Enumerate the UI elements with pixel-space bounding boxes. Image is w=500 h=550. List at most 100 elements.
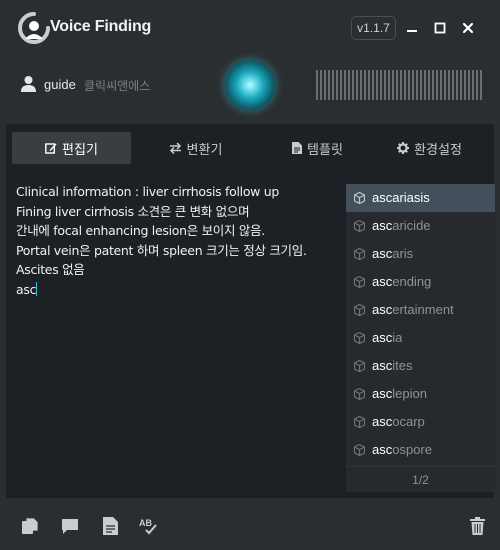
report-text-editor[interactable]: Clinical information : liver cirrhosis f… — [16, 182, 341, 482]
tab-converter[interactable]: 변환기 — [136, 132, 255, 164]
tab-editor[interactable]: 편집기 — [12, 132, 131, 164]
autocomplete-item-label: ascia — [372, 330, 402, 345]
editor-line: Ascites 없음 — [16, 262, 85, 278]
autocomplete-item[interactable]: ascariasis — [346, 184, 495, 212]
waveform-bar — [396, 70, 398, 100]
autocomplete-item[interactable]: ascites — [346, 352, 495, 380]
waveform-bar — [332, 70, 334, 100]
waveform-bar — [340, 70, 342, 100]
waveform-bar — [472, 70, 474, 100]
autocomplete-item[interactable]: ascaris — [346, 240, 495, 268]
edit-icon — [45, 143, 57, 154]
close-button[interactable] — [457, 17, 479, 39]
autocomplete-item[interactable]: ascospore — [346, 436, 495, 464]
copy-button[interactable] — [20, 516, 40, 536]
autocomplete-item[interactable]: asclepion — [346, 380, 495, 408]
waveform-bar — [428, 70, 430, 100]
tab-settings-label: 환경설정 — [414, 142, 462, 158]
autocomplete-item-label: ascaricide — [372, 218, 431, 233]
waveform-bar — [380, 70, 382, 100]
autocomplete-item[interactable]: ascaricide — [346, 212, 495, 240]
cube-icon — [354, 388, 365, 400]
audio-waveform — [316, 70, 482, 100]
autocomplete-pager[interactable]: 1/2 — [346, 466, 495, 490]
autocomplete-rest: ospore — [392, 442, 432, 457]
autocomplete-rest: lepion — [392, 386, 427, 401]
autocomplete-rest: aris — [392, 246, 414, 261]
autocomplete-item-label: ascending — [372, 274, 431, 289]
cube-icon — [354, 360, 365, 372]
voice-finding-window: Voice Finding v1.1.7 guide 클릭씨앤에스 편집기 변환… — [0, 0, 500, 550]
editor-line: Portal vein은 patent 하며 spleen 크기는 정상 크기임… — [16, 242, 307, 258]
autocomplete-item-label: ascaris — [372, 246, 413, 261]
text-caret — [36, 281, 38, 296]
editor-line: Clinical information : liver cirrhosis f… — [16, 184, 280, 199]
editor-line: Fining liver cirrhosis 소견은 큰 변화 없으며 — [16, 203, 250, 219]
waveform-bar — [420, 70, 422, 100]
autocomplete-rest: ites — [392, 358, 413, 373]
autocomplete-match: asc — [372, 386, 393, 401]
waveform-bar — [368, 70, 370, 100]
title-bar[interactable]: Voice Finding v1.1.7 — [0, 0, 500, 56]
svg-text:AB: AB — [139, 518, 152, 528]
autocomplete-item[interactable]: ascertainment — [346, 296, 495, 324]
minimize-button[interactable] — [401, 17, 423, 39]
tab-template[interactable]: 템플릿 — [258, 132, 377, 164]
waveform-bar — [376, 70, 378, 100]
document-button[interactable] — [100, 516, 120, 536]
autocomplete-rest: ertainment — [392, 302, 454, 317]
tab-settings[interactable]: 환경설정 — [370, 132, 489, 164]
waveform-bar — [440, 70, 442, 100]
waveform-bar — [328, 70, 330, 100]
tab-converter-label: 변환기 — [186, 142, 223, 158]
document-icon — [292, 142, 303, 154]
maximize-icon — [434, 22, 446, 34]
autocomplete-rest: ia — [392, 330, 403, 345]
waveform-bar — [416, 70, 418, 100]
cube-icon — [354, 416, 365, 428]
comment-button[interactable] — [60, 516, 80, 536]
maximize-button[interactable] — [429, 17, 451, 39]
cube-icon — [354, 192, 365, 204]
cube-icon — [354, 248, 365, 260]
cube-icon — [354, 276, 365, 288]
autocomplete-list: ascariasis ascaricide ascaris ascending asce… — [346, 184, 495, 492]
waveform-bar — [400, 70, 402, 100]
spellcheck-button[interactable]: AB — [139, 516, 159, 536]
cube-icon — [354, 444, 365, 456]
autocomplete-item-label: ascospore — [372, 442, 432, 457]
waveform-bar — [464, 70, 466, 100]
waveform-bar — [412, 70, 414, 100]
autocomplete-match: asc — [372, 246, 393, 261]
waveform-bar — [372, 70, 374, 100]
version-badge: v1.1.7 — [351, 16, 396, 40]
document-icon — [102, 517, 118, 535]
waveform-bar — [384, 70, 386, 100]
autocomplete-match: asc — [372, 358, 393, 373]
waveform-bar — [316, 70, 318, 100]
autocomplete-match: asc — [372, 330, 393, 345]
waveform-bar — [352, 70, 354, 100]
user-icon — [21, 76, 36, 92]
waveform-bar — [444, 70, 446, 100]
waveform-bar — [392, 70, 394, 100]
waveform-bar — [468, 70, 470, 100]
swap-arrows-icon — [169, 142, 181, 154]
autocomplete-item[interactable]: ascia — [346, 324, 495, 352]
username: guide — [44, 77, 76, 92]
autocomplete-match: asc — [372, 274, 393, 289]
waveform-bar — [360, 70, 362, 100]
autocomplete-item[interactable]: ascending — [346, 268, 495, 296]
autocomplete-item[interactable]: ascocarp — [346, 408, 495, 436]
autocomplete-match: asc — [372, 302, 393, 317]
delete-button[interactable] — [467, 516, 487, 536]
autocomplete-rest: ending — [392, 274, 432, 289]
waveform-bar — [460, 70, 462, 100]
waveform-bar — [348, 70, 350, 100]
copy-icon — [22, 517, 39, 534]
editor-line-current: asc — [16, 280, 341, 300]
current-line-text: asc — [16, 281, 37, 297]
record-orb-button[interactable] — [223, 58, 277, 112]
waveform-bar — [356, 70, 358, 100]
autocomplete-rest: ariasis — [392, 190, 430, 205]
